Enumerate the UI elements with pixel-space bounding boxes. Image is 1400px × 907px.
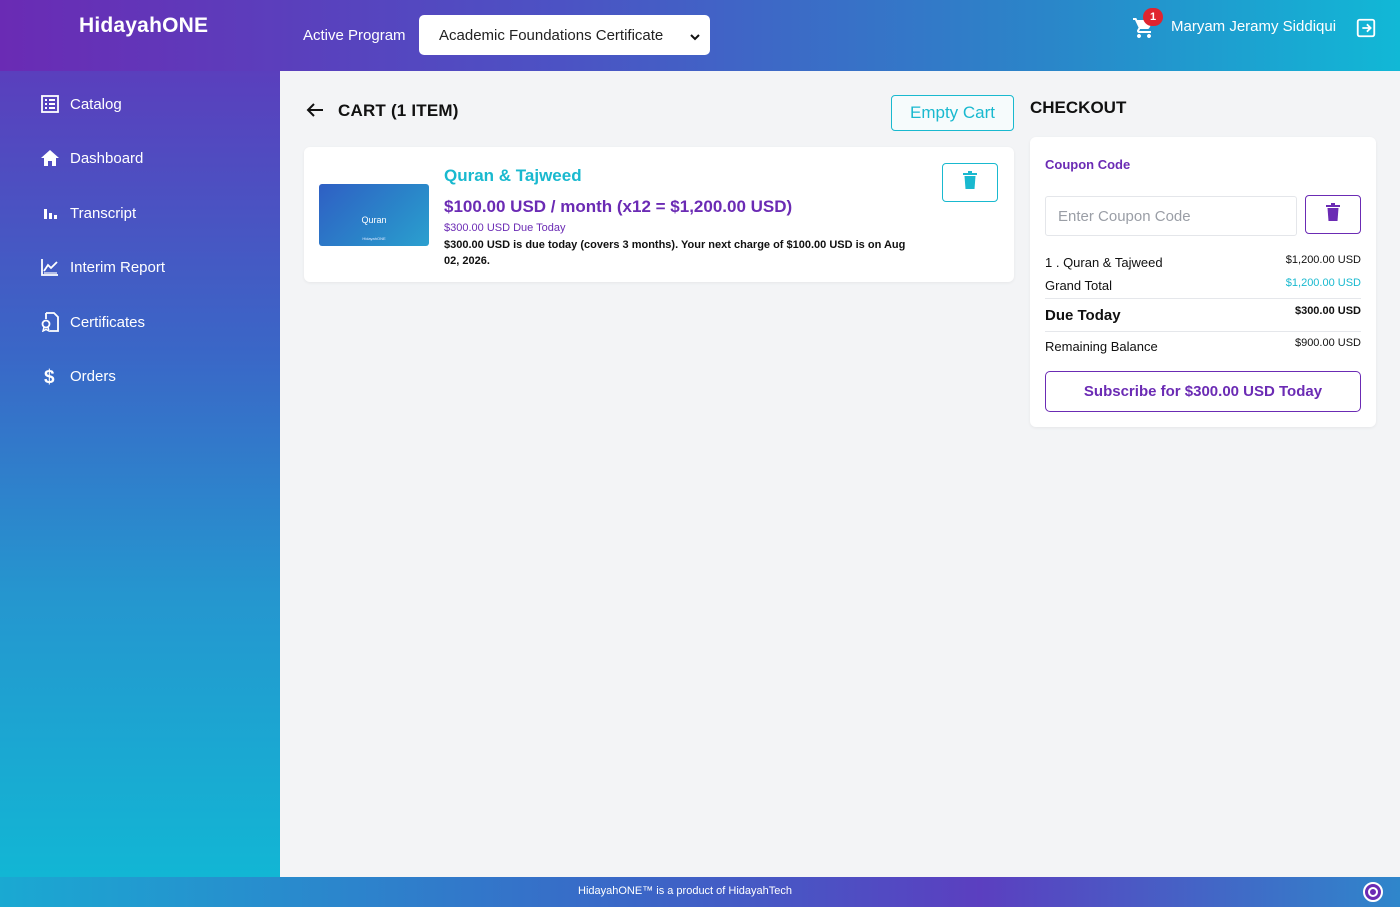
- remove-item-button[interactable]: [942, 163, 998, 202]
- sidebar-item-label: Certificates: [70, 313, 146, 331]
- footer-text: HidayahONE™ is a product of HidayahTech: [578, 885, 792, 897]
- sidebar-item-label: Catalog: [70, 95, 122, 113]
- trash-icon: [1326, 203, 1340, 226]
- remaining-balance-value: $900.00 USD: [1294, 337, 1361, 349]
- help-chat-icon[interactable]: [1363, 882, 1383, 902]
- due-today-value: $300.00 USD: [1294, 305, 1361, 317]
- line-item-label: 1 . Quran & Tajweed: [1045, 255, 1163, 270]
- cart-item-payment-note: $300.00 USD is due today (covers 3 month…: [444, 239, 906, 267]
- active-program-label: Active Program: [303, 27, 406, 44]
- cart-title: CART (1 ITEM): [338, 101, 459, 120]
- sidebar-item-label: Orders: [70, 367, 116, 385]
- svg-text:$: $: [44, 367, 55, 386]
- active-program-select[interactable]: Academic Foundations Certificate: [419, 15, 710, 55]
- logout-icon[interactable]: [1355, 17, 1377, 44]
- line-chart-icon: [40, 257, 60, 277]
- bar-chart-icon: [40, 203, 60, 223]
- subscribe-button[interactable]: Subscribe for $300.00 USD Today: [1045, 371, 1361, 412]
- sidebar-item-label: Dashboard: [70, 149, 144, 167]
- sidebar: [0, 71, 280, 877]
- back-arrow-icon[interactable]: [305, 100, 325, 125]
- cart-item-price: $100.00 USD / month (x12 = $1,200.00 USD…: [444, 197, 793, 216]
- dollar-icon: $: [40, 366, 60, 386]
- divider: [1045, 331, 1361, 332]
- sidebar-item-transcript[interactable]: Transcript: [40, 201, 136, 225]
- clear-coupon-button[interactable]: [1305, 195, 1361, 234]
- home-icon: [40, 148, 60, 168]
- course-thumbnail-title: Quran: [361, 215, 387, 225]
- course-thumbnail-subtitle: HidayahONE: [362, 236, 386, 241]
- divider: [1045, 298, 1361, 299]
- sidebar-item-orders[interactable]: $ Orders: [40, 364, 116, 388]
- grand-total-label: Grand Total: [1045, 278, 1112, 293]
- certificate-icon: [40, 312, 60, 332]
- sidebar-item-dashboard[interactable]: Dashboard: [40, 146, 143, 170]
- trash-icon: [963, 171, 977, 194]
- sidebar-item-label: Interim Report: [70, 258, 166, 276]
- coupon-code-label: Coupon Code: [1045, 157, 1131, 172]
- cart-count-badge: 1: [1143, 8, 1163, 26]
- sidebar-item-certificates[interactable]: Certificates: [40, 310, 145, 334]
- chevron-down-icon: [690, 29, 700, 46]
- remaining-balance-label: Remaining Balance: [1045, 339, 1158, 354]
- catalog-icon: [40, 94, 60, 114]
- line-item-value: $1,200.00 USD: [1285, 254, 1361, 266]
- sidebar-item-label: Transcript: [70, 204, 137, 222]
- app-logo[interactable]: HidayahONE: [79, 14, 208, 38]
- active-program-value: Academic Foundations Certificate: [439, 26, 664, 44]
- cart-item-due-today: $300.00 USD Due Today: [444, 222, 566, 234]
- coupon-code-input[interactable]: [1045, 196, 1297, 236]
- due-today-label: Due Today: [1045, 307, 1121, 324]
- checkout-title: CHECKOUT: [1030, 98, 1127, 117]
- empty-cart-button[interactable]: Empty Cart: [891, 95, 1014, 131]
- cart-item-name[interactable]: Quran & Tajweed: [444, 166, 582, 186]
- user-name[interactable]: Maryam Jeramy Siddiqui: [1171, 18, 1336, 35]
- grand-total-value: $1,200.00 USD: [1285, 277, 1361, 289]
- sidebar-item-interim-report[interactable]: Interim Report: [40, 255, 165, 279]
- sidebar-item-catalog[interactable]: Catalog: [40, 92, 122, 116]
